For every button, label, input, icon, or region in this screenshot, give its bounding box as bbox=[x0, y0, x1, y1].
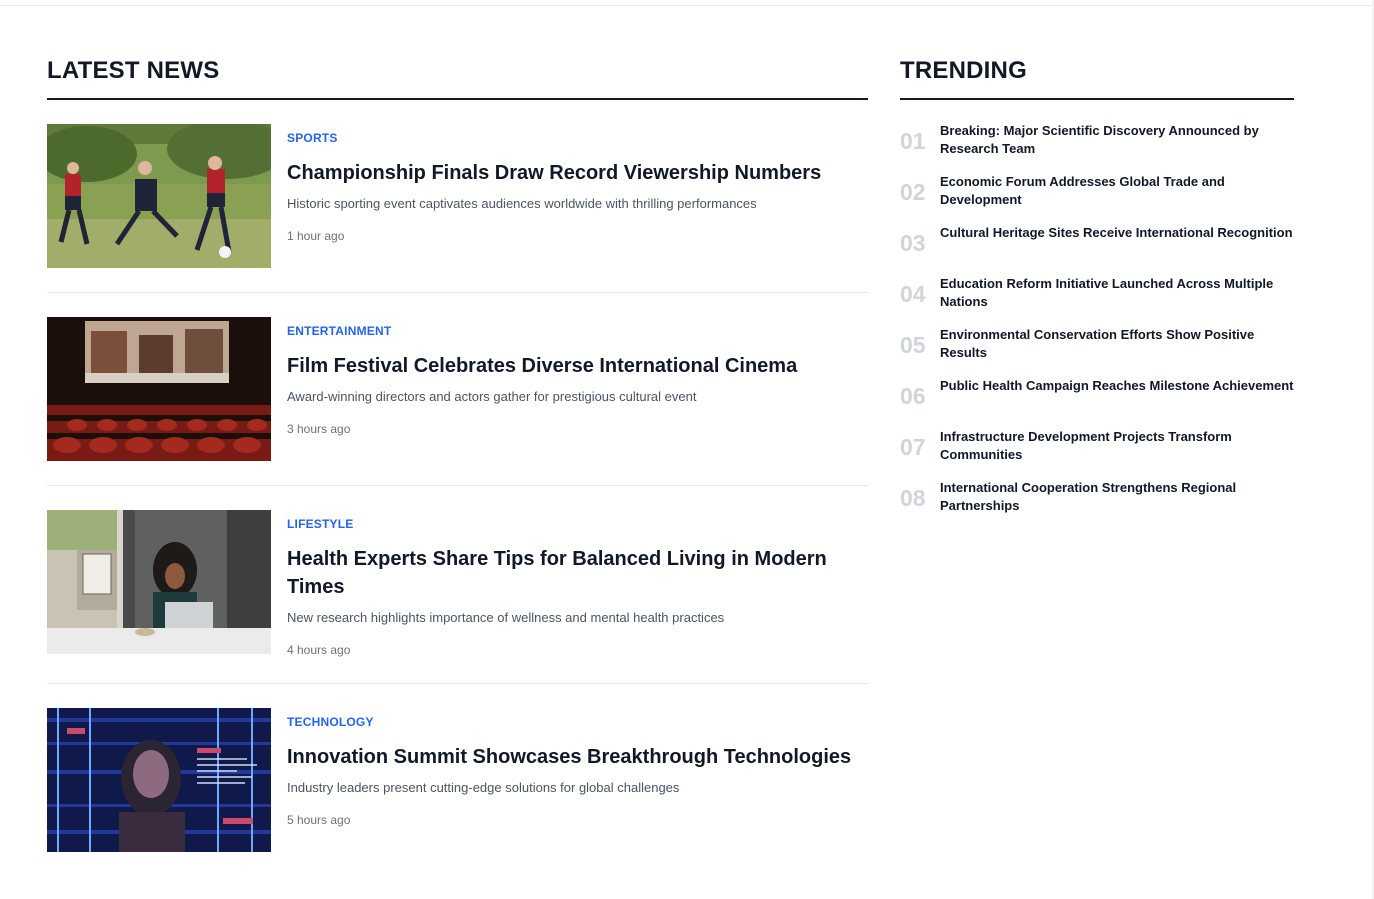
article-divider bbox=[47, 485, 868, 486]
trending-headline[interactable]: Infrastructure Development Projects Tran… bbox=[940, 428, 1294, 464]
trending-rank: 05 bbox=[900, 332, 926, 358]
article-category[interactable]: SPORTS bbox=[287, 131, 868, 145]
article-summary: Award-winning directors and actors gathe… bbox=[287, 389, 697, 404]
trending-headline[interactable]: Education Reform Initiative Launched Acr… bbox=[940, 275, 1294, 311]
latest-news-title: LATEST NEWS bbox=[47, 57, 220, 84]
trending-item[interactable]: 01 Breaking: Major Scientific Discovery … bbox=[900, 122, 1294, 173]
article-body: TECHNOLOGY Innovation Summit Showcases B… bbox=[287, 708, 868, 852]
cinema-image bbox=[47, 317, 271, 461]
trending-headline[interactable]: Economic Forum Addresses Global Trade an… bbox=[940, 173, 1294, 209]
article-divider bbox=[47, 683, 868, 684]
trending-headline[interactable]: Public Health Campaign Reaches Milestone… bbox=[940, 377, 1294, 395]
trending-headline[interactable]: Breaking: Major Scientific Discovery Ann… bbox=[940, 122, 1294, 158]
article-divider bbox=[47, 292, 868, 293]
article-headline[interactable]: Championship Finals Draw Record Viewersh… bbox=[287, 159, 868, 187]
article-body: SPORTS Championship Finals Draw Record V… bbox=[287, 124, 868, 268]
article-card[interactable]: SPORTS Championship Finals Draw Record V… bbox=[47, 124, 868, 268]
article-thumbnail-entertainment[interactable] bbox=[47, 317, 271, 461]
latest-news-section: LATEST NEWS SPORTS Championship Finals D… bbox=[47, 57, 868, 852]
article-thumbnail-technology[interactable] bbox=[47, 708, 271, 852]
article-card[interactable]: LIFESTYLE Health Experts Share Tips for … bbox=[47, 510, 868, 683]
trending-rank: 03 bbox=[900, 230, 926, 256]
trending-item[interactable]: 08 International Cooperation Strengthens… bbox=[900, 479, 1294, 530]
article-body: ENTERTAINMENT Film Festival Celebrates D… bbox=[287, 317, 868, 461]
trending-rank: 04 bbox=[900, 281, 926, 307]
top-border bbox=[0, 5, 1374, 6]
article-category[interactable]: LIFESTYLE bbox=[287, 517, 868, 531]
trending-rank: 06 bbox=[900, 383, 926, 409]
article-card[interactable]: TECHNOLOGY Innovation Summit Showcases B… bbox=[47, 708, 868, 852]
laptop-woman-image bbox=[47, 510, 271, 654]
article-body: LIFESTYLE Health Experts Share Tips for … bbox=[287, 510, 868, 683]
trending-rank: 08 bbox=[900, 485, 926, 511]
article-category[interactable]: ENTERTAINMENT bbox=[287, 324, 868, 338]
trending-item[interactable]: 02 Economic Forum Addresses Global Trade… bbox=[900, 173, 1294, 224]
section-rule bbox=[900, 98, 1294, 100]
trending-item[interactable]: 04 Education Reform Initiative Launched … bbox=[900, 275, 1294, 326]
trending-headline[interactable]: Cultural Heritage Sites Receive Internat… bbox=[940, 224, 1293, 242]
trending-item[interactable]: 05 Environmental Conservation Efforts Sh… bbox=[900, 326, 1294, 377]
trending-title: TRENDING bbox=[900, 57, 1027, 84]
trending-rank: 01 bbox=[900, 128, 926, 154]
article-category[interactable]: TECHNOLOGY bbox=[287, 715, 868, 729]
article-summary: New research highlights importance of we… bbox=[287, 610, 725, 625]
trending-item[interactable]: 07 Infrastructure Development Projects T… bbox=[900, 428, 1294, 479]
article-thumbnail-sports[interactable] bbox=[47, 124, 271, 268]
article-summary: Historic sporting event captivates audie… bbox=[287, 196, 757, 211]
trending-rank: 07 bbox=[900, 434, 926, 460]
soccer-image bbox=[47, 124, 271, 268]
article-headline[interactable]: Film Festival Celebrates Diverse Interna… bbox=[287, 352, 868, 380]
article-summary: Industry leaders present cutting-edge so… bbox=[287, 780, 680, 795]
trending-item[interactable]: 03 Cultural Heritage Sites Receive Inter… bbox=[900, 224, 1294, 275]
trending-section: TRENDING 01 Breaking: Major Scientific D… bbox=[900, 57, 1294, 530]
article-timestamp: 4 hours ago bbox=[287, 643, 351, 657]
trending-rank: 02 bbox=[900, 179, 926, 205]
article-headline[interactable]: Health Experts Share Tips for Balanced L… bbox=[287, 545, 868, 601]
article-timestamp: 1 hour ago bbox=[287, 229, 345, 243]
article-headline[interactable]: Innovation Summit Showcases Breakthrough… bbox=[287, 743, 868, 771]
section-rule bbox=[47, 98, 868, 100]
tech-image bbox=[47, 708, 271, 852]
article-card[interactable]: ENTERTAINMENT Film Festival Celebrates D… bbox=[47, 317, 868, 461]
article-thumbnail-lifestyle[interactable] bbox=[47, 510, 271, 654]
article-timestamp: 3 hours ago bbox=[287, 422, 351, 436]
article-timestamp: 5 hours ago bbox=[287, 813, 351, 827]
trending-headline[interactable]: Environmental Conservation Efforts Show … bbox=[940, 326, 1294, 362]
trending-list: 01 Breaking: Major Scientific Discovery … bbox=[900, 122, 1294, 530]
trending-headline[interactable]: International Cooperation Strengthens Re… bbox=[940, 479, 1294, 515]
trending-item[interactable]: 06 Public Health Campaign Reaches Milest… bbox=[900, 377, 1294, 428]
